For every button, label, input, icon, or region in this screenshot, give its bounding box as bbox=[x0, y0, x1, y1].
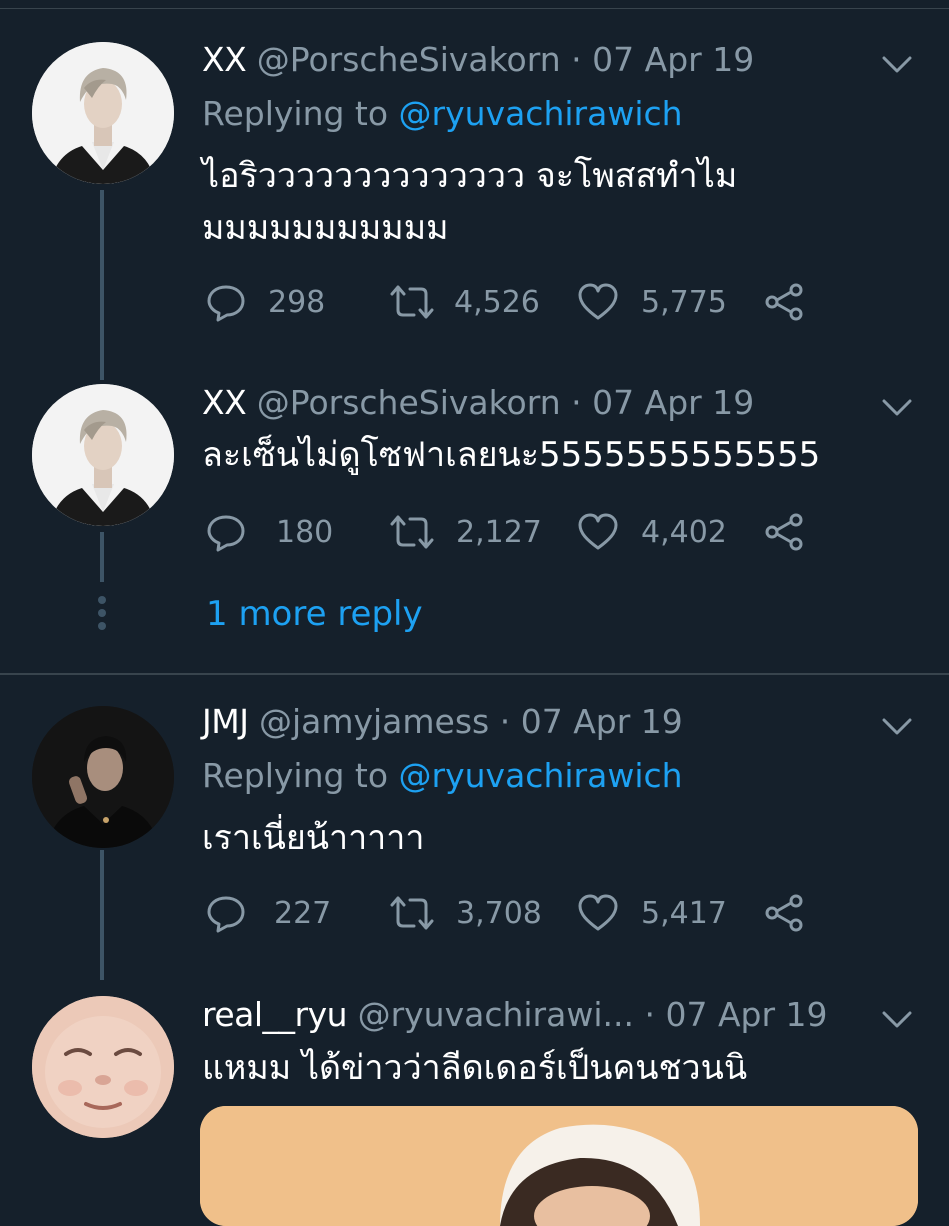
separator: · bbox=[499, 702, 511, 741]
share-icon bbox=[765, 513, 803, 551]
display-name[interactable]: JMJ bbox=[202, 702, 249, 741]
reply-count: 298 bbox=[268, 284, 326, 320]
share-button[interactable] bbox=[762, 893, 806, 933]
user-handle[interactable]: @PorscheSivakorn bbox=[257, 383, 561, 422]
thread-line bbox=[100, 190, 104, 380]
reply-count: 227 bbox=[274, 895, 332, 931]
reply-mention-link[interactable]: @ryuvachirawich bbox=[399, 756, 683, 795]
tweet-actions: 180 2,127 4,402 bbox=[202, 512, 822, 552]
thread-line bbox=[100, 850, 104, 980]
display-name[interactable]: real__ryu bbox=[202, 995, 348, 1034]
reply-mention-link[interactable]: @ryuvachirawich bbox=[399, 94, 683, 133]
tweet-date[interactable]: 07 Apr 19 bbox=[592, 40, 754, 79]
tweet-text: ละเซ็นไม่ดูโซฟาเลยนะ5555555555555 bbox=[202, 435, 821, 475]
tweet-date[interactable]: 07 Apr 19 bbox=[592, 383, 754, 422]
tweet-text: เราเนี่ยน้าาาาา bbox=[202, 818, 425, 858]
replying-prefix: Replying to bbox=[202, 756, 389, 795]
tweet-header: XX @PorscheSivakorn · 07 Apr 19 bbox=[202, 40, 754, 80]
replying-to: Replying to @ryuvachirawich bbox=[202, 94, 683, 134]
retweet-icon bbox=[390, 515, 434, 549]
like-button[interactable]: 5,417 bbox=[577, 893, 727, 933]
like-button[interactable]: 5,775 bbox=[577, 282, 727, 322]
user-handle[interactable]: @jamyjamess bbox=[259, 702, 489, 741]
share-button[interactable] bbox=[762, 512, 806, 552]
share-button[interactable] bbox=[762, 282, 806, 322]
reply-count: 180 bbox=[276, 514, 334, 550]
chevron-down-icon[interactable] bbox=[880, 714, 914, 738]
chevron-down-icon[interactable] bbox=[880, 52, 914, 76]
like-count: 4,402 bbox=[641, 514, 727, 550]
retweet-icon bbox=[390, 285, 434, 319]
tweet-actions: 227 3,708 5,417 bbox=[202, 893, 822, 933]
separator: · bbox=[644, 995, 655, 1034]
reply-icon bbox=[207, 515, 245, 552]
reply-button[interactable]: 227 bbox=[206, 893, 331, 933]
tweet-actions: 298 4,526 5,775 bbox=[202, 282, 822, 322]
more-replies-dots-icon bbox=[98, 596, 106, 630]
tweet-date[interactable]: 07 Apr 19 bbox=[665, 995, 827, 1034]
like-count: 5,775 bbox=[641, 284, 727, 320]
retweet-button[interactable]: 2,127 bbox=[388, 512, 542, 552]
reply-icon bbox=[207, 896, 245, 933]
user-handle[interactable]: @PorscheSivakorn bbox=[257, 40, 561, 79]
user-handle[interactable]: @ryuvachirawi... bbox=[358, 995, 634, 1034]
avatar[interactable] bbox=[32, 706, 174, 848]
avatar[interactable] bbox=[32, 384, 174, 526]
avatar[interactable] bbox=[32, 996, 174, 1138]
chevron-down-icon[interactable] bbox=[880, 395, 914, 419]
retweet-count: 4,526 bbox=[454, 284, 540, 320]
display-name[interactable]: XX bbox=[202, 383, 247, 422]
share-icon bbox=[765, 283, 803, 321]
replying-prefix: Replying to bbox=[202, 94, 389, 133]
tweet-header: JMJ @jamyjamess · 07 Apr 19 bbox=[202, 702, 683, 742]
retweet-count: 2,127 bbox=[456, 514, 542, 550]
retweet-icon bbox=[390, 896, 434, 930]
share-icon bbox=[765, 894, 803, 932]
chevron-down-icon[interactable] bbox=[880, 1007, 914, 1031]
avatar[interactable] bbox=[32, 42, 174, 184]
retweet-count: 3,708 bbox=[456, 895, 542, 931]
tweet-header: XX @PorscheSivakorn · 07 Apr 19 bbox=[202, 383, 754, 423]
like-icon bbox=[578, 894, 618, 931]
retweet-button[interactable]: 3,708 bbox=[388, 893, 542, 933]
like-count: 5,417 bbox=[641, 895, 727, 931]
tweet-text: แหมม ได้ข่าวว่าลีดเดอร์เป็นคนชวนนิ bbox=[202, 1048, 748, 1088]
reply-icon bbox=[207, 285, 245, 322]
separator: · bbox=[571, 383, 582, 422]
replying-to: Replying to @ryuvachirawich bbox=[202, 756, 683, 796]
like-button[interactable]: 4,402 bbox=[577, 512, 727, 552]
retweet-button[interactable]: 4,526 bbox=[388, 282, 540, 322]
reply-button[interactable]: 298 bbox=[206, 282, 325, 322]
separator: · bbox=[571, 40, 582, 79]
divider bbox=[0, 673, 949, 675]
tweet-text: ไอริวววววววววววววว จะโพสสทำไมมมมมมมมมมมม bbox=[202, 156, 738, 248]
tweet-media-image[interactable] bbox=[200, 1106, 918, 1226]
like-icon bbox=[578, 513, 618, 550]
top-divider bbox=[0, 8, 949, 9]
more-replies-link[interactable]: 1 more reply bbox=[206, 592, 423, 636]
thread-line bbox=[100, 532, 104, 582]
like-icon bbox=[578, 283, 618, 320]
display-name[interactable]: XX bbox=[202, 40, 247, 79]
reply-button[interactable]: 180 bbox=[206, 512, 333, 552]
tweet-header: real__ryu @ryuvachirawi... · 07 Apr 19 bbox=[202, 995, 828, 1035]
tweet-date[interactable]: 07 Apr 19 bbox=[521, 702, 683, 741]
